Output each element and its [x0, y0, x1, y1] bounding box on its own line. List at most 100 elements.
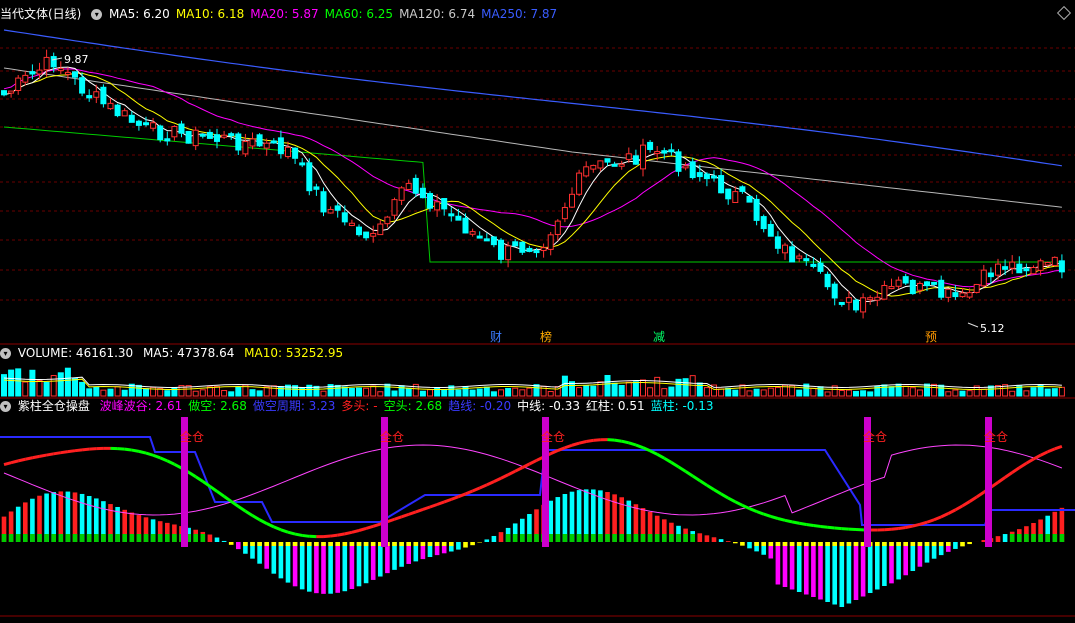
- indicator-bar: [207, 534, 213, 542]
- candle-body: [732, 191, 739, 203]
- trend-segment: [464, 489, 474, 496]
- indicator-bar-cap: [349, 542, 355, 546]
- chart-canvas: 9.87 5.12 财 榜 减 预全仓 全仓 全仓 全仓 全仓: [0, 29, 1075, 617]
- volume-bar: [434, 387, 441, 397]
- candle-body: [157, 125, 164, 141]
- candle-body: [909, 279, 916, 295]
- candle-body: [50, 56, 57, 68]
- low-label: 5.12: [980, 322, 1005, 335]
- candle-body: [135, 120, 142, 126]
- volume-bar: [590, 385, 597, 397]
- volume-bar: [512, 387, 519, 397]
- candle-body: [625, 153, 632, 160]
- volume-bar: [490, 391, 497, 397]
- indicator-bar-base: [640, 534, 646, 542]
- candle-body: [228, 133, 235, 137]
- candle-body: [398, 187, 405, 201]
- event-label: 财: [490, 330, 502, 344]
- trend-segment: [60, 450, 69, 455]
- indicator-bar-base: [1045, 534, 1050, 542]
- trend-segment: [244, 509, 254, 517]
- full-position-label: 全仓: [541, 429, 565, 444]
- indicator-bar-cap: [413, 542, 419, 546]
- candle-body: [618, 163, 625, 167]
- candle-body: [441, 198, 448, 210]
- candle-body: [164, 138, 171, 142]
- trend-segment: [131, 448, 140, 453]
- indicator-bar-base: [200, 534, 206, 542]
- volume-bar: [356, 387, 362, 397]
- candle-body: [512, 241, 519, 247]
- volume-bar: [817, 386, 824, 397]
- trend-segment: [975, 490, 985, 499]
- indicator-bar-base: [555, 534, 561, 542]
- trend-segment: [663, 456, 673, 464]
- trend-segment: [486, 480, 495, 487]
- volume-bar: [221, 390, 228, 397]
- volume-bar: [703, 387, 710, 397]
- volume-bar: [93, 386, 100, 397]
- trend-segment: [649, 449, 658, 456]
- candle-body: [803, 258, 810, 262]
- indicator-bar-base: [619, 534, 624, 542]
- trend-segment: [961, 500, 971, 508]
- volume-bar: [647, 387, 654, 397]
- peak-valley-line: [3, 444, 1063, 516]
- candle-body: [533, 250, 540, 254]
- trend-segment: [756, 510, 765, 516]
- volume-bar: [576, 387, 583, 397]
- candle-body: [845, 297, 852, 303]
- indicator-bar: [349, 542, 355, 589]
- indicator-bar-cap: [427, 542, 433, 546]
- indicator-bar-cap: [875, 542, 880, 546]
- volume-bar: [235, 386, 242, 397]
- candle-body: [15, 77, 22, 91]
- indicator-bar-cap: [754, 542, 759, 546]
- indicator-bar: [236, 542, 241, 550]
- candle-body: [221, 134, 228, 138]
- trend-segment: [258, 518, 268, 525]
- indicator-bar-base: [44, 534, 49, 542]
- candle-body: [590, 164, 597, 170]
- indicator-bar-base: [576, 534, 582, 542]
- trend-segment: [500, 473, 509, 480]
- volume-bar: [547, 391, 554, 397]
- trend-segment: [784, 518, 793, 524]
- trend-segment: [1039, 450, 1049, 457]
- trend-segment: [194, 475, 204, 483]
- full-position-label: 全仓: [380, 429, 404, 444]
- volume-bar: [1023, 390, 1030, 397]
- candle-body: [739, 186, 746, 192]
- indicator-bar-cap: [938, 542, 944, 546]
- trend-segment: [1018, 461, 1028, 470]
- full-position-label: 全仓: [180, 429, 204, 444]
- candle-body: [860, 297, 867, 313]
- trend-segment: [39, 453, 47, 458]
- candle-body: [838, 301, 845, 305]
- volume-bar: [256, 390, 263, 397]
- indicator-bar-base: [654, 534, 660, 542]
- candle-body: [327, 208, 334, 214]
- candle-body: [874, 296, 881, 301]
- trend-segment: [905, 524, 914, 529]
- volume-bar: [64, 367, 71, 397]
- indicator-bar: [292, 542, 298, 587]
- indicator-bar-cap: [264, 542, 269, 546]
- indicator-bar-cap: [335, 542, 340, 546]
- trend-segment: [791, 520, 800, 525]
- candle-body: [689, 161, 696, 179]
- candle-body: [320, 191, 327, 213]
- candle-body: [469, 231, 476, 235]
- trend-segment: [521, 462, 531, 469]
- trend-segment: [770, 514, 779, 520]
- trend-segment: [528, 459, 538, 466]
- indicator-bar-base: [662, 534, 667, 542]
- trend-segment: [1032, 453, 1042, 461]
- trend-segment: [656, 453, 666, 460]
- trend-segment: [926, 518, 935, 524]
- candle-body: [632, 155, 639, 165]
- candle-body: [107, 102, 114, 110]
- trend-segment: [32, 454, 40, 460]
- candle-body: [817, 262, 824, 272]
- trend-segment: [507, 469, 516, 477]
